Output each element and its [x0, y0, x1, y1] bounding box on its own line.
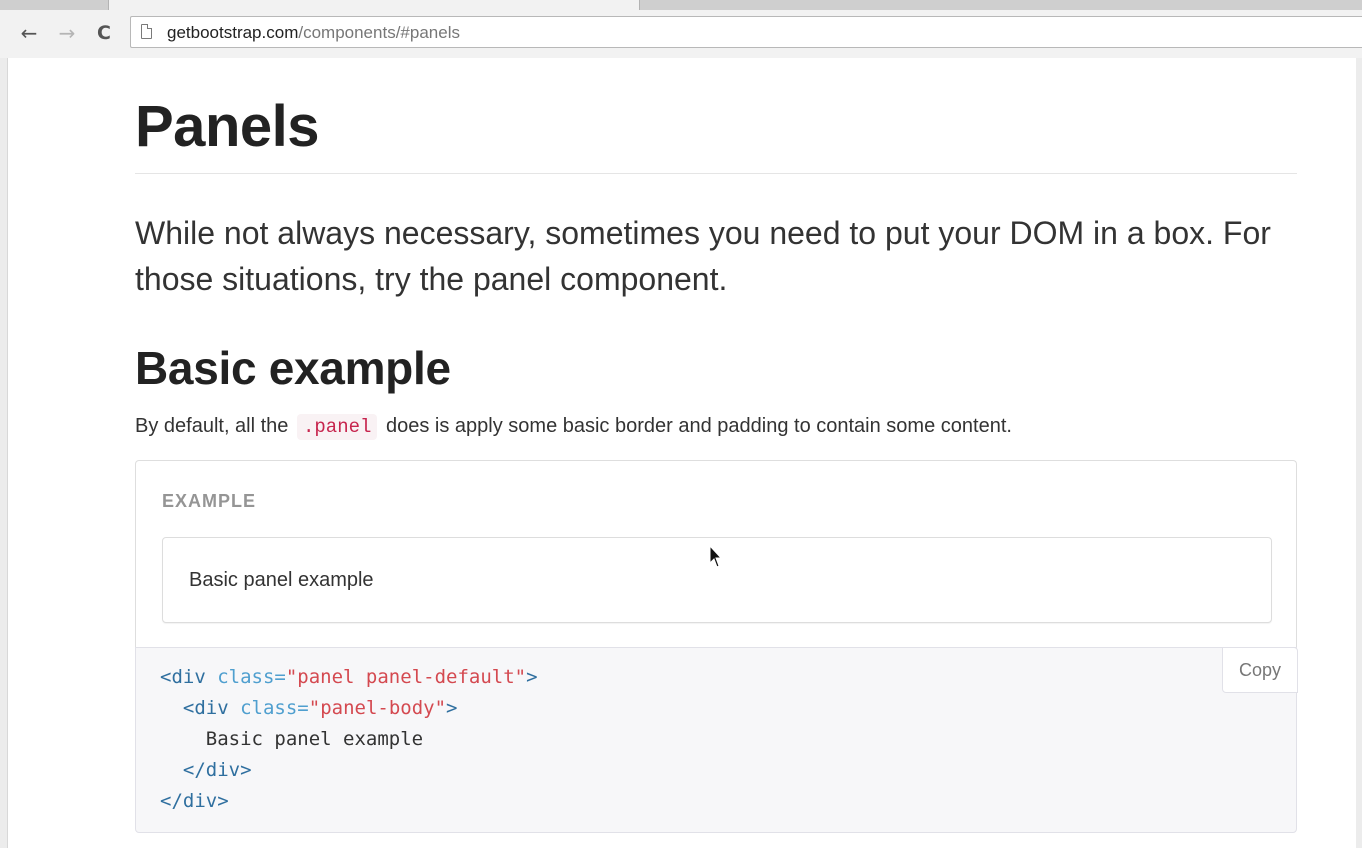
window-right-edge	[1356, 58, 1362, 848]
code-string: "panel-body"	[308, 697, 447, 719]
address-bar[interactable]: getbootstrap.com/components/#panels	[130, 16, 1362, 48]
code-tag: >	[526, 666, 538, 688]
example-label: EXAMPLE	[162, 491, 257, 511]
copy-button[interactable]: Copy	[1222, 647, 1298, 693]
window-left-edge	[0, 58, 8, 848]
browser-toolbar: ← → C getbootstrap.com/components/#panel…	[0, 10, 1362, 58]
inline-code-panel: .panel	[297, 414, 378, 440]
code-line: </div>	[160, 786, 538, 817]
reload-icon[interactable]: C	[93, 22, 115, 44]
description-text-after: does is apply some basic border and padd…	[385, 415, 1012, 437]
back-arrow-icon[interactable]: ←	[18, 22, 40, 44]
url-text[interactable]: getbootstrap.com/components/#panels	[167, 24, 460, 42]
browser-chrome: ← → C getbootstrap.com/components/#panel…	[0, 0, 1362, 58]
code-tag: >	[446, 697, 458, 719]
page-icon	[141, 24, 152, 39]
code-tag: <div	[182, 697, 229, 719]
code-line: <div class="panel-body">	[160, 693, 538, 724]
code-attr: class=	[217, 666, 286, 688]
url-host: getbootstrap.com	[167, 23, 299, 42]
active-tab[interactable]	[108, 0, 640, 10]
code-text: Basic panel example	[205, 728, 424, 750]
description-text-before: By default, all the	[135, 415, 289, 437]
code-block[interactable]: Copy <div class="panel panel-default"> <…	[135, 647, 1298, 833]
code-line: </div>	[160, 755, 538, 786]
title-divider	[135, 173, 1297, 174]
code-tag: </div>	[160, 790, 229, 812]
demo-panel-body: Basic panel example	[189, 569, 374, 591]
lead-paragraph: While not always necessary, sometimes yo…	[135, 215, 1271, 297]
code-string: "panel panel-default"	[285, 666, 527, 688]
code-line: Basic panel example	[160, 724, 538, 755]
forward-arrow-icon[interactable]: →	[56, 22, 78, 44]
section-title: Basic example	[135, 342, 451, 394]
page-title: Panels	[135, 94, 320, 159]
code-tag: <div	[160, 666, 206, 688]
code-line: <div class="panel panel-default">	[160, 662, 538, 693]
mouse-pointer-icon	[709, 545, 723, 568]
url-path: /components/#panels	[298, 23, 460, 42]
section-description: By default, all the .panel does is apply…	[135, 411, 1012, 441]
code-tag: </div>	[182, 759, 252, 781]
code-attr: class=	[240, 697, 309, 719]
code-listing: <div class="panel panel-default"> <div c…	[160, 662, 538, 817]
